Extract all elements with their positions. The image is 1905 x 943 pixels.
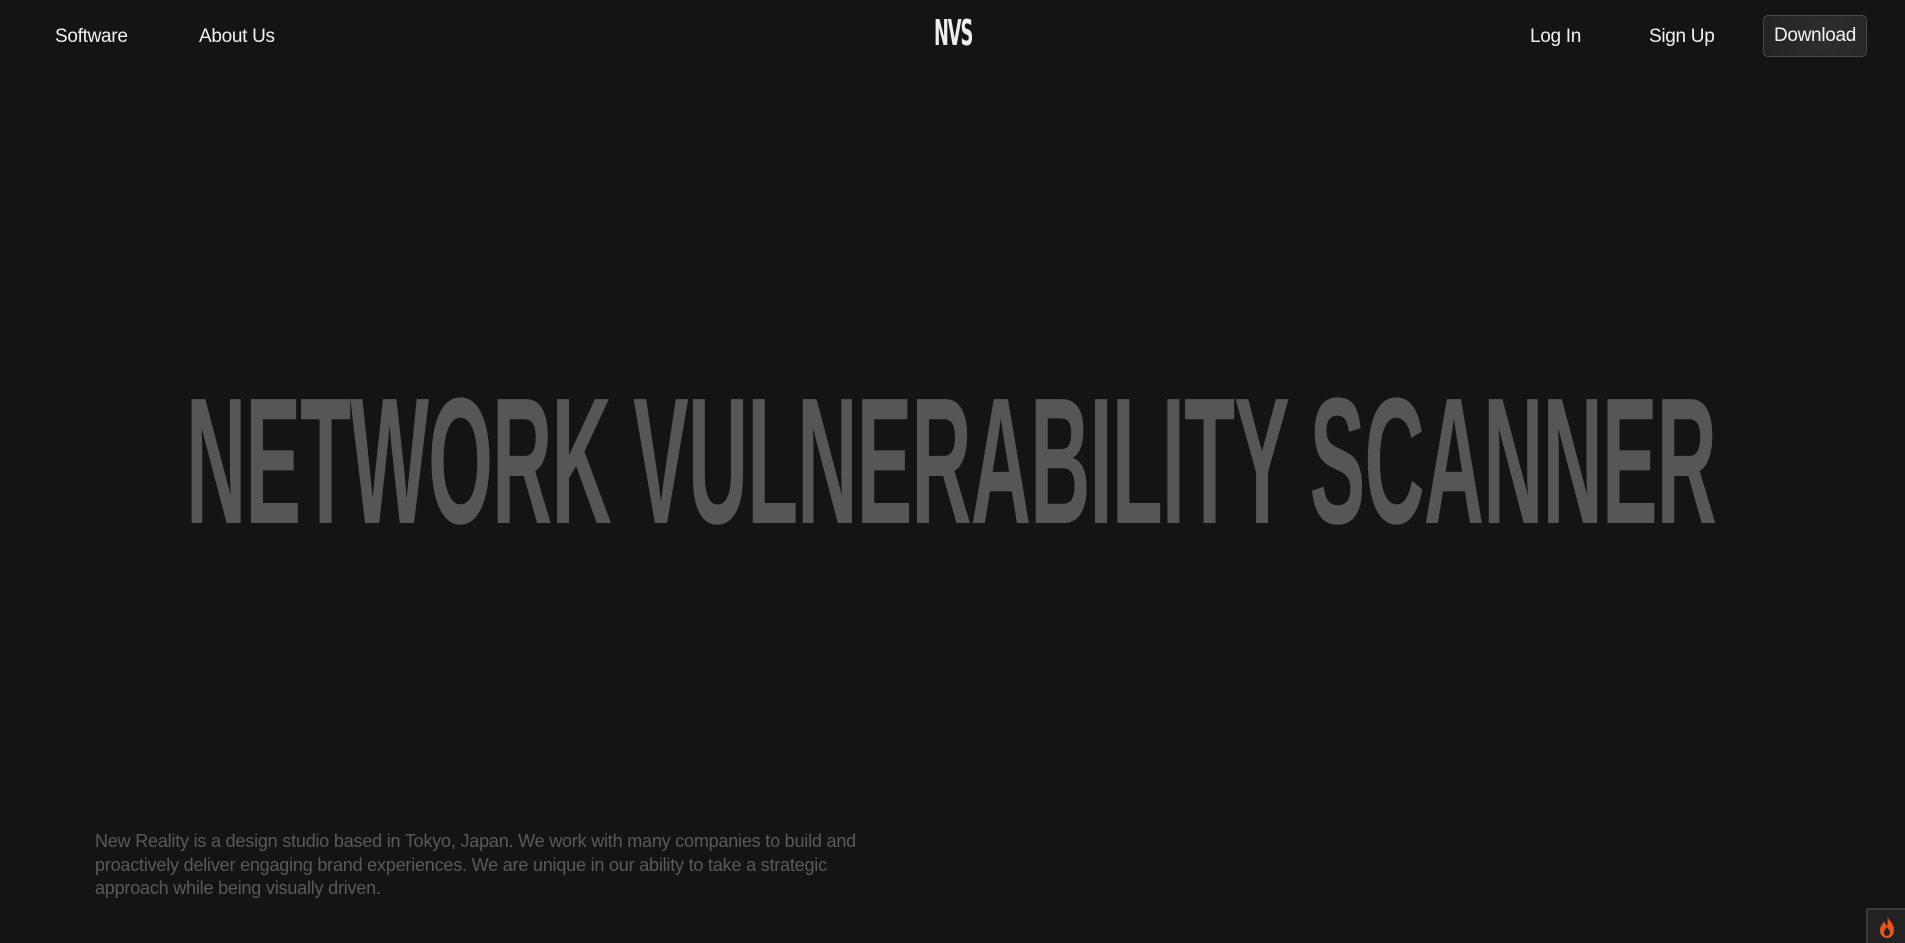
corner-badge[interactable] (1866, 908, 1905, 943)
nav-sign-up[interactable]: Sign Up (1649, 26, 1715, 48)
about-text: New Reality is a design studio based in … (95, 831, 856, 898)
hero-title: NETWORK VULNERABILITY SCANNER (186, 361, 1717, 562)
nav-software[interactable]: Software (55, 26, 128, 48)
flame-icon (1879, 915, 1894, 938)
logo[interactable]: NVS (934, 14, 973, 54)
nav-log-in[interactable]: Log In (1530, 26, 1581, 48)
nav-about-us[interactable]: About Us (199, 26, 275, 48)
download-button[interactable]: Download (1763, 15, 1867, 57)
